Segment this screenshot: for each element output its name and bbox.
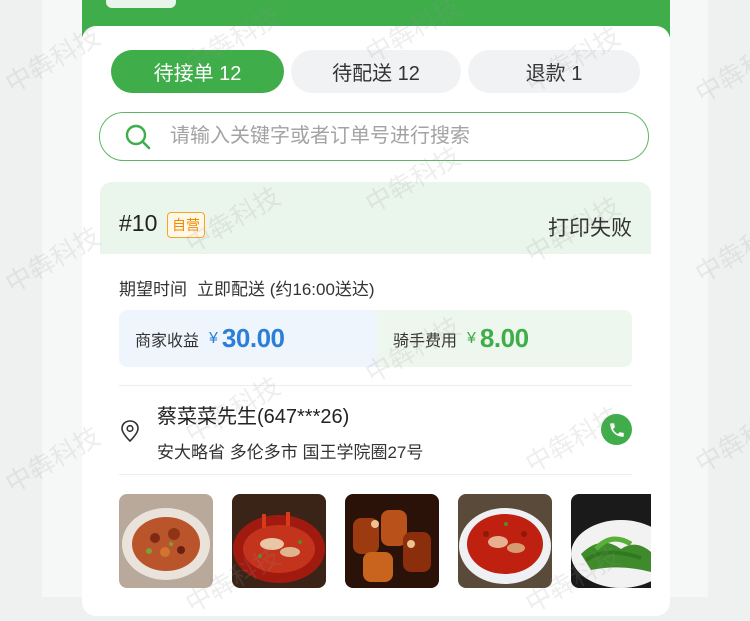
expected-time-label: 期望时间 — [119, 280, 187, 299]
order-number: #10 — [119, 210, 158, 236]
search-bar[interactable] — [99, 112, 649, 161]
merchant-income-label: 商家收益 — [135, 332, 200, 350]
dish-image[interactable] — [119, 494, 213, 588]
header-chip — [106, 0, 176, 8]
order-header: #10 自营 打印失败 — [100, 182, 651, 254]
tab-pending-delivery[interactable]: 待配送 12 — [291, 50, 461, 93]
customer-name: 蔡菜菜先生(647***26) — [157, 406, 350, 428]
dish-image[interactable] — [458, 494, 552, 588]
dish-image[interactable] — [232, 494, 326, 588]
rider-fee: 骑手费用 ¥ 8.00 — [377, 310, 632, 367]
merchant-income-currency: ¥ — [209, 329, 218, 347]
income-row: 商家收益 ¥ 30.00 骑手费用 ¥ 8.00 — [119, 310, 632, 367]
customer-address: 安大略省 多伦多市 国王学院圈27号 — [157, 443, 424, 462]
dish-image[interactable] — [571, 494, 651, 588]
rider-fee-currency: ¥ — [467, 329, 476, 347]
tab-refund[interactable]: 退款 1 — [468, 50, 640, 93]
print-status[interactable]: 打印失败 — [548, 212, 632, 242]
search-icon — [125, 124, 151, 149]
rider-fee-amount: 8.00 — [479, 323, 529, 353]
phone-icon — [609, 422, 624, 437]
divider — [119, 385, 632, 386]
expected-time-value: 立即配送 (约16:00送达) — [197, 280, 375, 299]
expected-time: 期望时间 立即配送 (约16:00送达) — [119, 275, 375, 300]
divider — [119, 474, 632, 475]
location-pin-icon — [121, 420, 139, 443]
order-card[interactable]: #10 自营 打印失败 期望时间 立即配送 (约16:00送达) 商家收益 ¥ 3… — [100, 182, 651, 602]
call-customer-button[interactable] — [601, 414, 632, 445]
search-input[interactable] — [168, 124, 612, 149]
dish-image[interactable] — [345, 494, 439, 588]
rider-fee-label: 骑手费用 — [393, 332, 458, 350]
tab-pending-accept[interactable]: 待接单 12 — [111, 50, 284, 93]
merchant-income: 商家收益 ¥ 30.00 — [119, 310, 377, 367]
merchant-income-amount: 30.00 — [221, 323, 285, 353]
self-operated-badge: 自营 — [167, 212, 205, 238]
